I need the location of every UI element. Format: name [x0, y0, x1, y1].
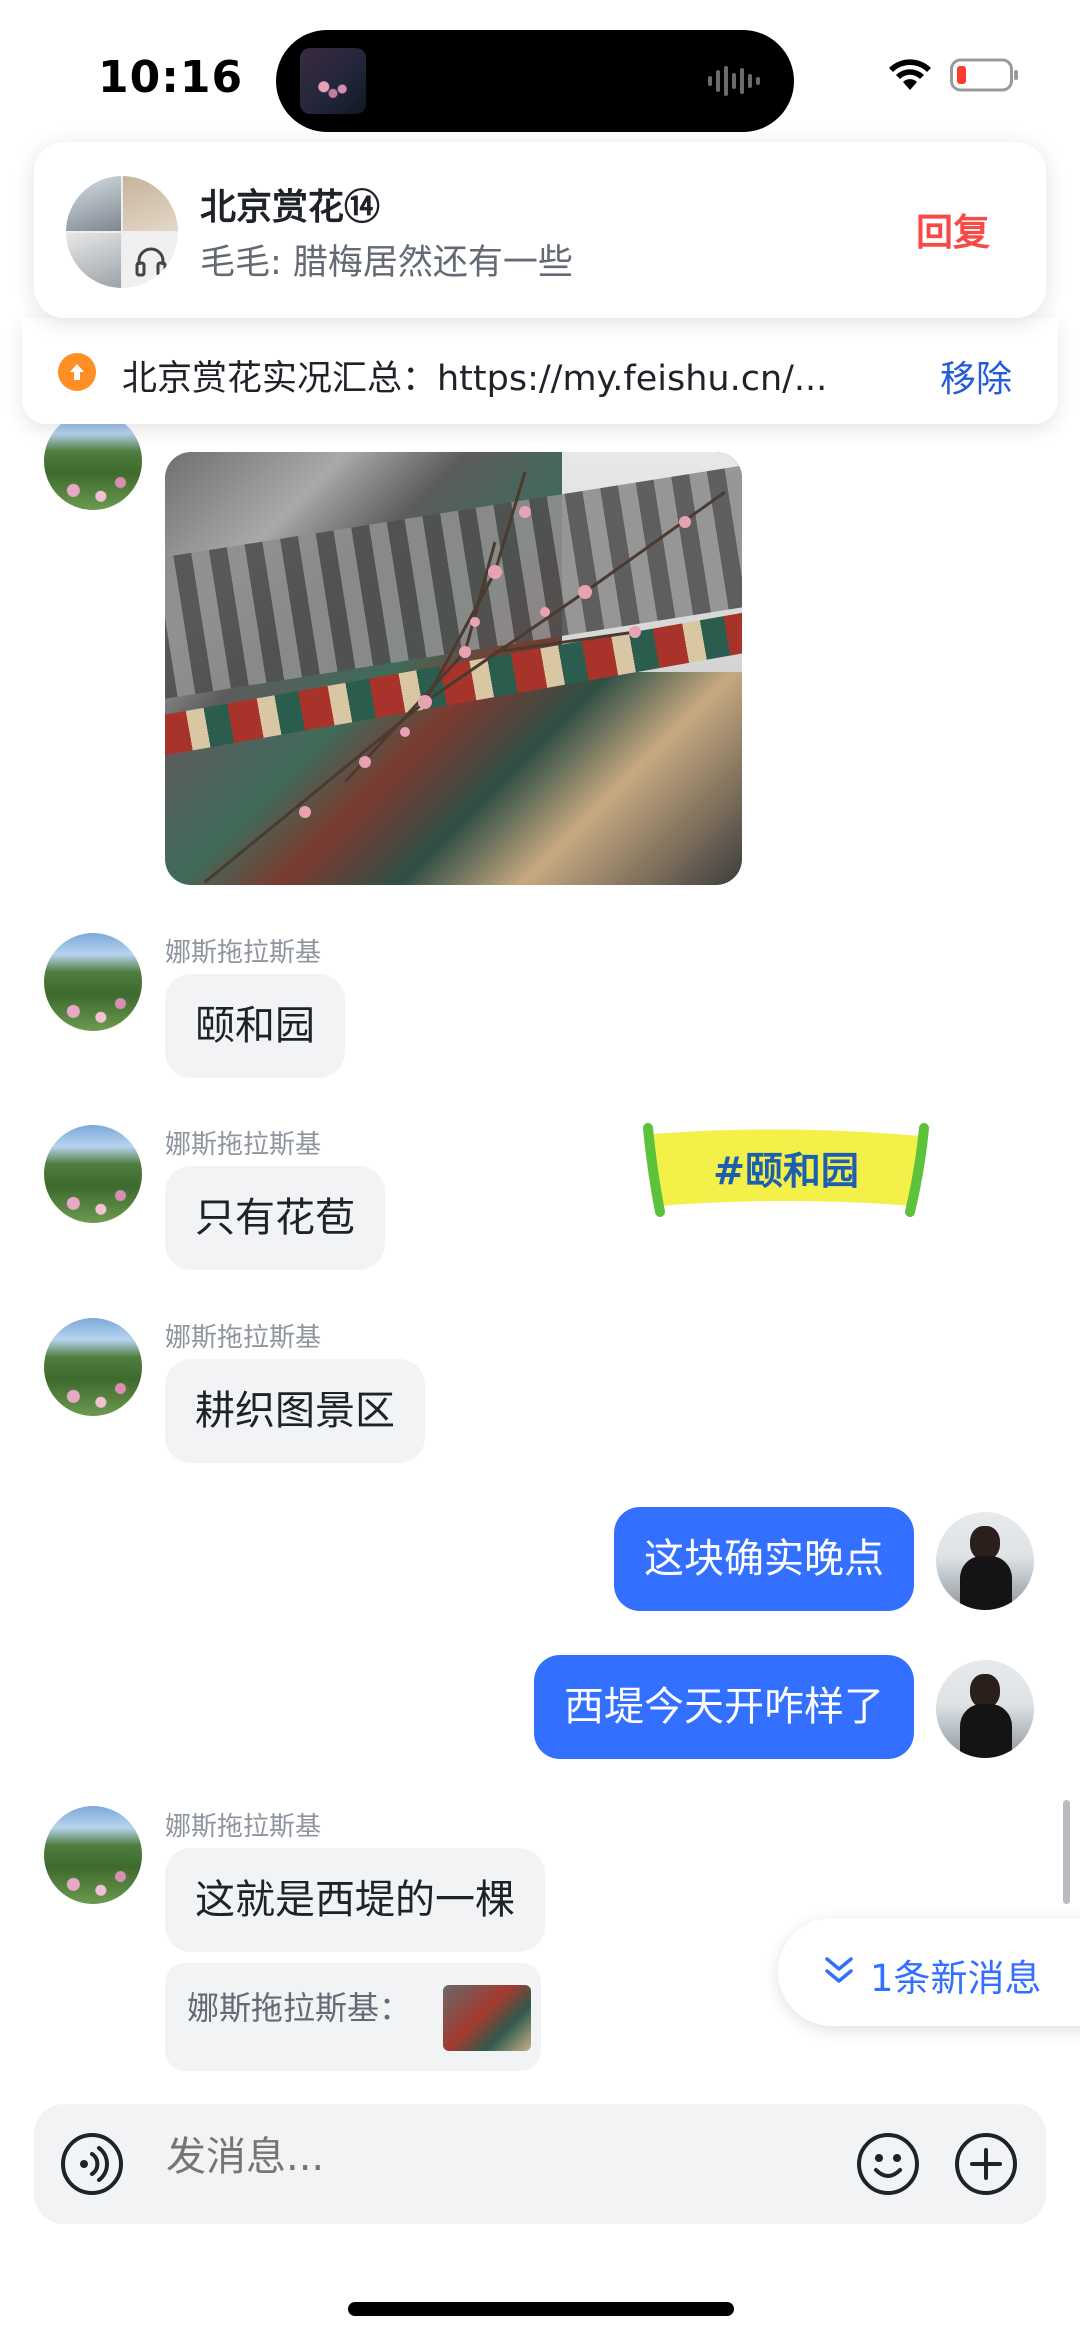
avatar-self[interactable]: [936, 1512, 1034, 1610]
emoji-icon[interactable]: [856, 2132, 920, 2196]
status-icons: [888, 58, 1020, 92]
last-message-preview: 毛毛: 腊梅居然还有一些: [200, 243, 573, 283]
sender-name: 娜斯拖拉斯基: [165, 1323, 322, 1353]
quoted-image-thumbnail: [443, 1985, 531, 2051]
voice-icon[interactable]: [60, 2132, 124, 2196]
chevron-down-double-icon: [825, 1957, 853, 1983]
scrollbar[interactable]: [1063, 1800, 1070, 1904]
remove-button[interactable]: 移除: [940, 350, 1012, 402]
quoted-reply[interactable]: 娜斯拖拉斯基：: [165, 1963, 541, 2071]
sender-name: 娜斯拖拉斯基: [165, 938, 322, 968]
message-bubble[interactable]: 这就是西堤的一棵: [165, 1848, 545, 1952]
message-input[interactable]: [166, 2134, 726, 2180]
avatar[interactable]: [44, 933, 142, 1031]
avatar[interactable]: [44, 1125, 142, 1223]
add-icon[interactable]: [954, 2132, 1018, 2196]
reply-button[interactable]: 回复: [916, 202, 990, 256]
battery-icon: [950, 58, 1018, 92]
quoted-sender: 娜斯拖拉斯基：: [187, 1989, 412, 2027]
sender-name: 娜斯拖拉斯基: [165, 1812, 322, 1842]
message-bubble[interactable]: 只有花苞: [165, 1166, 385, 1270]
now-playing-artwork: [300, 48, 366, 114]
message-bubble[interactable]: 耕织图景区: [165, 1359, 425, 1463]
sticker[interactable]: #颐和园: [638, 1122, 934, 1218]
avatar-self[interactable]: [936, 1660, 1034, 1758]
message-bubble-self[interactable]: 这块确实晚点: [614, 1507, 914, 1611]
message-composer: [34, 2104, 1046, 2224]
home-indicator[interactable]: [348, 2302, 734, 2316]
status-bar: 10:16: [0, 0, 1080, 140]
pinned-link-bar[interactable]: 北京赏花实况汇总：https://my.feishu.cn/... 移除: [22, 318, 1058, 424]
new-messages-button[interactable]: 1条新消息: [778, 1918, 1080, 2026]
upload-icon: [58, 353, 96, 391]
message-image[interactable]: [165, 452, 742, 885]
headphone-icon: [135, 247, 166, 276]
avatar[interactable]: [44, 1318, 142, 1416]
audio-waveform-icon: [708, 66, 760, 96]
wifi-icon: [889, 59, 931, 90]
group-avatar: [66, 176, 178, 288]
message-bubble-self[interactable]: 西堤今天开咋样了: [534, 1655, 914, 1759]
sticker-text: #颐和园: [713, 1149, 859, 1193]
status-time: 10:16: [98, 52, 244, 103]
chat-title: 北京赏花⑭: [200, 187, 381, 228]
pinned-link-text[interactable]: 北京赏花实况汇总：https://my.feishu.cn/...: [122, 350, 902, 401]
avatar[interactable]: [44, 1806, 142, 1904]
pinned-chat-notification[interactable]: 北京赏花⑭ 毛毛: 腊梅居然还有一些 回复: [34, 142, 1046, 318]
avatar[interactable]: [44, 412, 142, 510]
new-messages-label: 1条新消息: [870, 1957, 1042, 2000]
dynamic-island[interactable]: [276, 30, 794, 132]
message-bubble[interactable]: 颐和园: [165, 974, 345, 1078]
sender-name: 娜斯拖拉斯基: [165, 1130, 322, 1160]
